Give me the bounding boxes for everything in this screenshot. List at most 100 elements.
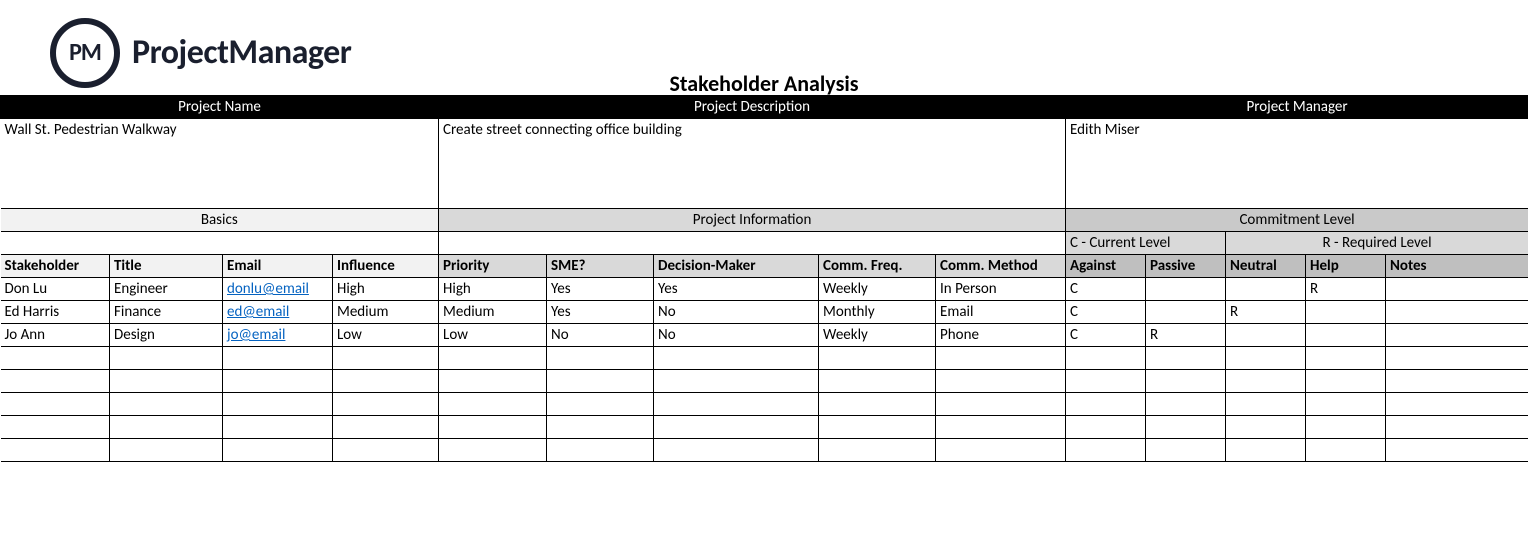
cell-decision_maker[interactable]: No	[654, 324, 819, 347]
cell-empty[interactable]	[1146, 347, 1226, 370]
cell-empty[interactable]	[654, 347, 819, 370]
email-link[interactable]: jo@email	[227, 326, 285, 344]
cell-empty[interactable]	[439, 393, 547, 416]
cell-empty[interactable]	[1146, 370, 1226, 393]
cell-empty[interactable]	[1146, 416, 1226, 439]
cell-empty[interactable]	[333, 347, 439, 370]
email-link[interactable]: donlu@email	[227, 280, 309, 298]
cell-neutral[interactable]	[1226, 278, 1306, 301]
cell-empty[interactable]	[1, 370, 110, 393]
cell-empty[interactable]	[439, 370, 547, 393]
cell-sme[interactable]: Yes	[547, 278, 654, 301]
cell-empty[interactable]	[333, 393, 439, 416]
cell-against[interactable]: C	[1066, 324, 1146, 347]
cell-empty[interactable]	[1066, 416, 1146, 439]
cell-comm_freq[interactable]: Weekly	[819, 278, 936, 301]
cell-empty[interactable]	[1306, 370, 1386, 393]
cell-empty[interactable]	[333, 416, 439, 439]
cell-empty[interactable]	[547, 416, 654, 439]
cell-empty[interactable]	[936, 439, 1066, 462]
cell-email[interactable]: donlu@email	[223, 278, 333, 301]
cell-comm_method[interactable]: Email	[936, 301, 1066, 324]
cell-empty[interactable]	[110, 347, 223, 370]
cell-empty[interactable]	[1306, 416, 1386, 439]
cell-empty[interactable]	[936, 393, 1066, 416]
cell-empty[interactable]	[223, 393, 333, 416]
cell-empty[interactable]	[1226, 439, 1306, 462]
cell-notes[interactable]	[1386, 301, 1528, 324]
cell-empty[interactable]	[1226, 416, 1306, 439]
cell-priority[interactable]: High	[439, 278, 547, 301]
cell-help[interactable]	[1306, 301, 1386, 324]
cell-empty[interactable]	[1386, 393, 1528, 416]
cell-comm_method[interactable]: In Person	[936, 278, 1066, 301]
cell-empty[interactable]	[1306, 439, 1386, 462]
cell-decision_maker[interactable]: Yes	[654, 278, 819, 301]
cell-empty[interactable]	[819, 370, 936, 393]
cell-empty[interactable]	[1226, 370, 1306, 393]
cell-empty[interactable]	[1306, 347, 1386, 370]
cell-empty[interactable]	[110, 370, 223, 393]
cell-email[interactable]: ed@email	[223, 301, 333, 324]
cell-empty[interactable]	[654, 370, 819, 393]
cell-empty[interactable]	[547, 439, 654, 462]
cell-sme[interactable]: Yes	[547, 301, 654, 324]
cell-stakeholder[interactable]: Jo Ann	[1, 324, 110, 347]
cell-empty[interactable]	[1066, 393, 1146, 416]
cell-against[interactable]: C	[1066, 301, 1146, 324]
cell-empty[interactable]	[819, 439, 936, 462]
cell-empty[interactable]	[223, 439, 333, 462]
cell-stakeholder[interactable]: Don Lu	[1, 278, 110, 301]
cell-influence[interactable]: Medium	[333, 301, 439, 324]
cell-decision_maker[interactable]: No	[654, 301, 819, 324]
cell-empty[interactable]	[1146, 393, 1226, 416]
cell-empty[interactable]	[333, 370, 439, 393]
cell-empty[interactable]	[439, 416, 547, 439]
cell-sme[interactable]: No	[547, 324, 654, 347]
cell-notes[interactable]	[1386, 278, 1528, 301]
email-link[interactable]: ed@email	[227, 303, 289, 321]
cell-empty[interactable]	[439, 347, 547, 370]
cell-passive[interactable]: R	[1146, 324, 1226, 347]
meta-value-project-manager[interactable]: Edith Miser	[1066, 119, 1528, 209]
meta-value-project-name[interactable]: Wall St. Pedestrian Walkway	[1, 119, 439, 209]
cell-empty[interactable]	[223, 370, 333, 393]
cell-empty[interactable]	[819, 416, 936, 439]
cell-empty[interactable]	[110, 393, 223, 416]
cell-empty[interactable]	[654, 439, 819, 462]
cell-empty[interactable]	[1306, 393, 1386, 416]
cell-against[interactable]: C	[1066, 278, 1146, 301]
cell-empty[interactable]	[936, 370, 1066, 393]
cell-title[interactable]: Engineer	[110, 278, 223, 301]
cell-empty[interactable]	[547, 393, 654, 416]
cell-comm_freq[interactable]: Weekly	[819, 324, 936, 347]
cell-empty[interactable]	[439, 439, 547, 462]
cell-neutral[interactable]: R	[1226, 301, 1306, 324]
cell-empty[interactable]	[1386, 416, 1528, 439]
cell-empty[interactable]	[936, 347, 1066, 370]
cell-neutral[interactable]	[1226, 324, 1306, 347]
cell-influence[interactable]: Low	[333, 324, 439, 347]
cell-priority[interactable]: Low	[439, 324, 547, 347]
cell-title[interactable]: Finance	[110, 301, 223, 324]
cell-empty[interactable]	[547, 370, 654, 393]
cell-empty[interactable]	[110, 416, 223, 439]
cell-empty[interactable]	[1, 416, 110, 439]
cell-empty[interactable]	[1, 347, 110, 370]
cell-stakeholder[interactable]: Ed Harris	[1, 301, 110, 324]
cell-empty[interactable]	[110, 439, 223, 462]
cell-empty[interactable]	[1066, 439, 1146, 462]
cell-priority[interactable]: Medium	[439, 301, 547, 324]
cell-help[interactable]: R	[1306, 278, 1386, 301]
cell-empty[interactable]	[1066, 347, 1146, 370]
meta-value-project-description[interactable]: Create street connecting office building	[439, 119, 1066, 209]
cell-title[interactable]: Design	[110, 324, 223, 347]
cell-comm_method[interactable]: Phone	[936, 324, 1066, 347]
cell-empty[interactable]	[547, 347, 654, 370]
cell-comm_freq[interactable]: Monthly	[819, 301, 936, 324]
cell-empty[interactable]	[1386, 370, 1528, 393]
cell-passive[interactable]	[1146, 301, 1226, 324]
cell-empty[interactable]	[333, 439, 439, 462]
cell-empty[interactable]	[1, 393, 110, 416]
cell-empty[interactable]	[223, 416, 333, 439]
